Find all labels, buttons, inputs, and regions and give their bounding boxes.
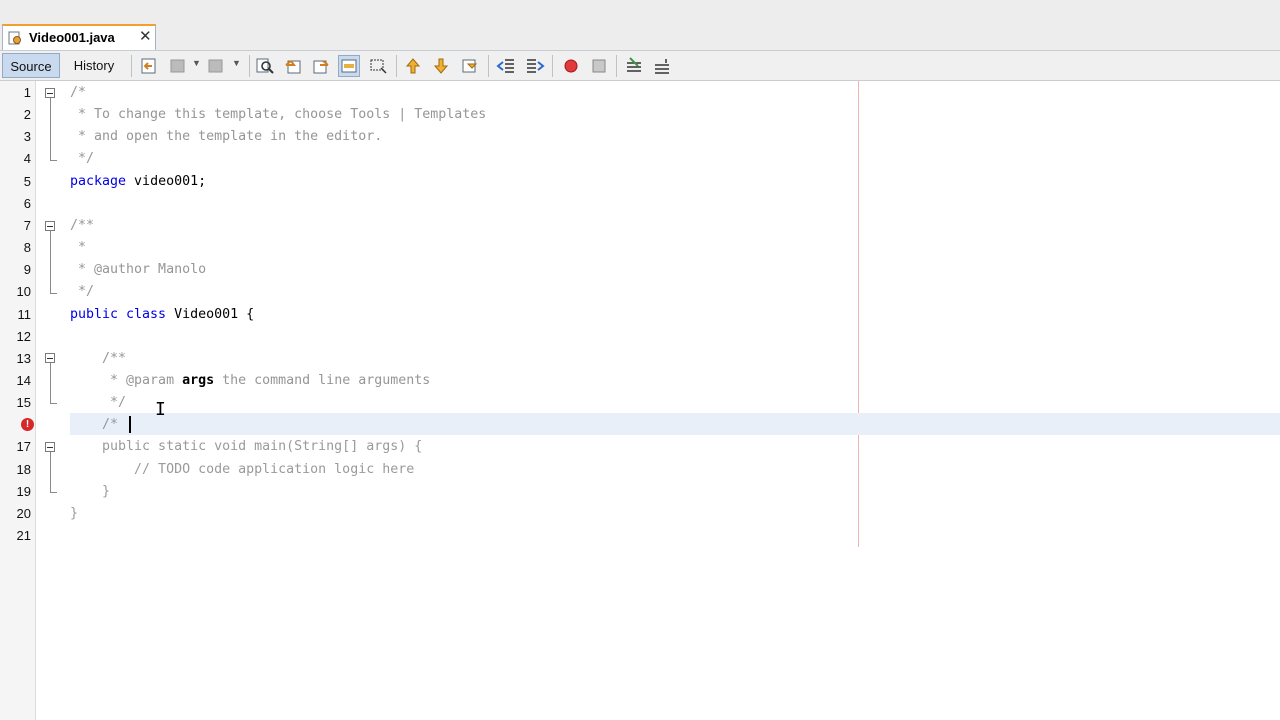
toolbar-separator [488,55,489,77]
fold-toggle-icon[interactable] [45,221,55,231]
code-line: */ [70,151,95,166]
line-number: 21 [16,528,31,543]
line-number: 7 [23,218,31,233]
fold-end-marker [50,160,57,161]
keyword-token: public class [70,307,167,322]
line-number: 18 [16,462,31,477]
back-icon[interactable] [168,56,188,76]
line-number: 15 [16,395,31,410]
source-tab-button[interactable]: Source [2,53,60,78]
history-tab-label: History [73,58,115,73]
line-number: 20 [16,506,31,521]
current-line-highlight [70,413,1280,435]
code-line: // TODO code application logic here [70,462,415,477]
fold-toggle-icon[interactable] [45,353,55,363]
editor-toolbar: Source History ▼ ▼ [0,50,1280,81]
line-number: 3 [23,129,31,144]
code-line: */ [70,395,127,410]
start-macro-recording-icon[interactable] [561,56,581,76]
code-line: /* [70,85,87,100]
line-number: 19 [16,484,31,499]
code-line: /** [70,218,95,233]
shift-right-icon[interactable] [525,56,545,76]
line-number: 1 [23,85,31,100]
fold-guide-line [50,98,51,160]
text-caret [129,416,131,433]
line-number: 12 [16,329,31,344]
code-line: */ [70,284,95,299]
fold-toggle-icon[interactable] [45,442,55,452]
keyword-token: package [70,174,127,189]
line-number: 10 [16,284,31,299]
shift-left-icon[interactable] [496,56,516,76]
param-name-token: args [182,373,215,388]
toolbar-separator [396,55,397,77]
fold-end-marker [50,293,57,294]
code-line: /** [70,351,127,366]
toolbar-separator [249,55,250,77]
line-number: 5 [23,174,31,189]
line-number: 8 [23,240,31,255]
toggle-highlight-search-icon[interactable] [338,55,360,77]
fold-toggle-icon[interactable] [45,88,55,98]
forward-icon[interactable] [206,56,226,76]
code-token: the command line arguments [214,373,431,388]
stop-macro-recording-icon[interactable] [589,56,609,76]
line-number: 6 [23,196,31,211]
code-line: /* [70,417,119,432]
history-tab-button[interactable]: History [64,53,124,78]
line-number: 13 [16,351,31,366]
last-edit-icon[interactable] [139,56,159,76]
line-number: 2 [23,107,31,122]
error-annotation-icon[interactable]: ! [21,418,34,431]
close-tab-icon[interactable]: ✕ [139,28,152,46]
code-line: * [70,240,87,255]
find-previous-icon[interactable] [283,56,303,76]
toolbar-separator [616,55,617,77]
code-line: public static void main(String[] args) { [70,439,423,454]
code-line: * To change this template, choose Tools … [70,107,487,122]
code-line: package video001; [70,171,206,193]
line-number: 17 [16,439,31,454]
find-next-icon[interactable] [311,56,331,76]
java-file-icon [8,31,21,45]
fold-guide-line [50,363,51,403]
source-tab-label: Source [10,59,52,74]
code-token: * @param [70,373,183,388]
editor-tab-strip: Video001.java ✕ [0,0,1280,50]
toolbar-separator [131,55,132,77]
code-line: * @param args the command line arguments [70,370,430,392]
ibeam-cursor-icon: I [155,399,166,420]
code-token: video001; [126,174,207,189]
line-number: 14 [16,373,31,388]
line-number: 11 [17,307,32,322]
previous-bookmark-icon[interactable] [403,56,423,76]
fold-end-marker [50,403,57,404]
right-margin-guide [858,81,859,547]
fold-guide-line [50,452,51,492]
code-line: } [70,484,111,499]
uncomment-icon[interactable] [652,56,672,76]
forward-dropdown-icon[interactable]: ▼ [232,58,241,68]
back-dropdown-icon[interactable]: ▼ [192,58,201,68]
comment-icon[interactable] [624,56,644,76]
file-tab[interactable]: Video001.java ✕ [2,24,156,50]
find-icon[interactable] [255,56,275,76]
code-line: } [70,506,79,521]
toolbar-separator [552,55,553,77]
toggle-bookmark-icon[interactable] [460,56,480,76]
code-line: public class Video001 { [70,304,254,326]
fold-end-marker [50,492,57,493]
file-tab-label: Video001.java [29,30,115,45]
code-line: * and open the template in the editor. [70,129,383,144]
fold-guide-line [50,231,51,293]
toggle-rectangular-selection-icon[interactable] [368,56,388,76]
code-line: * @author Manolo [70,262,207,277]
line-number: 9 [23,262,31,277]
line-number: 4 [23,151,31,166]
next-bookmark-icon[interactable] [431,56,451,76]
code-token: Video001 { [166,307,255,322]
